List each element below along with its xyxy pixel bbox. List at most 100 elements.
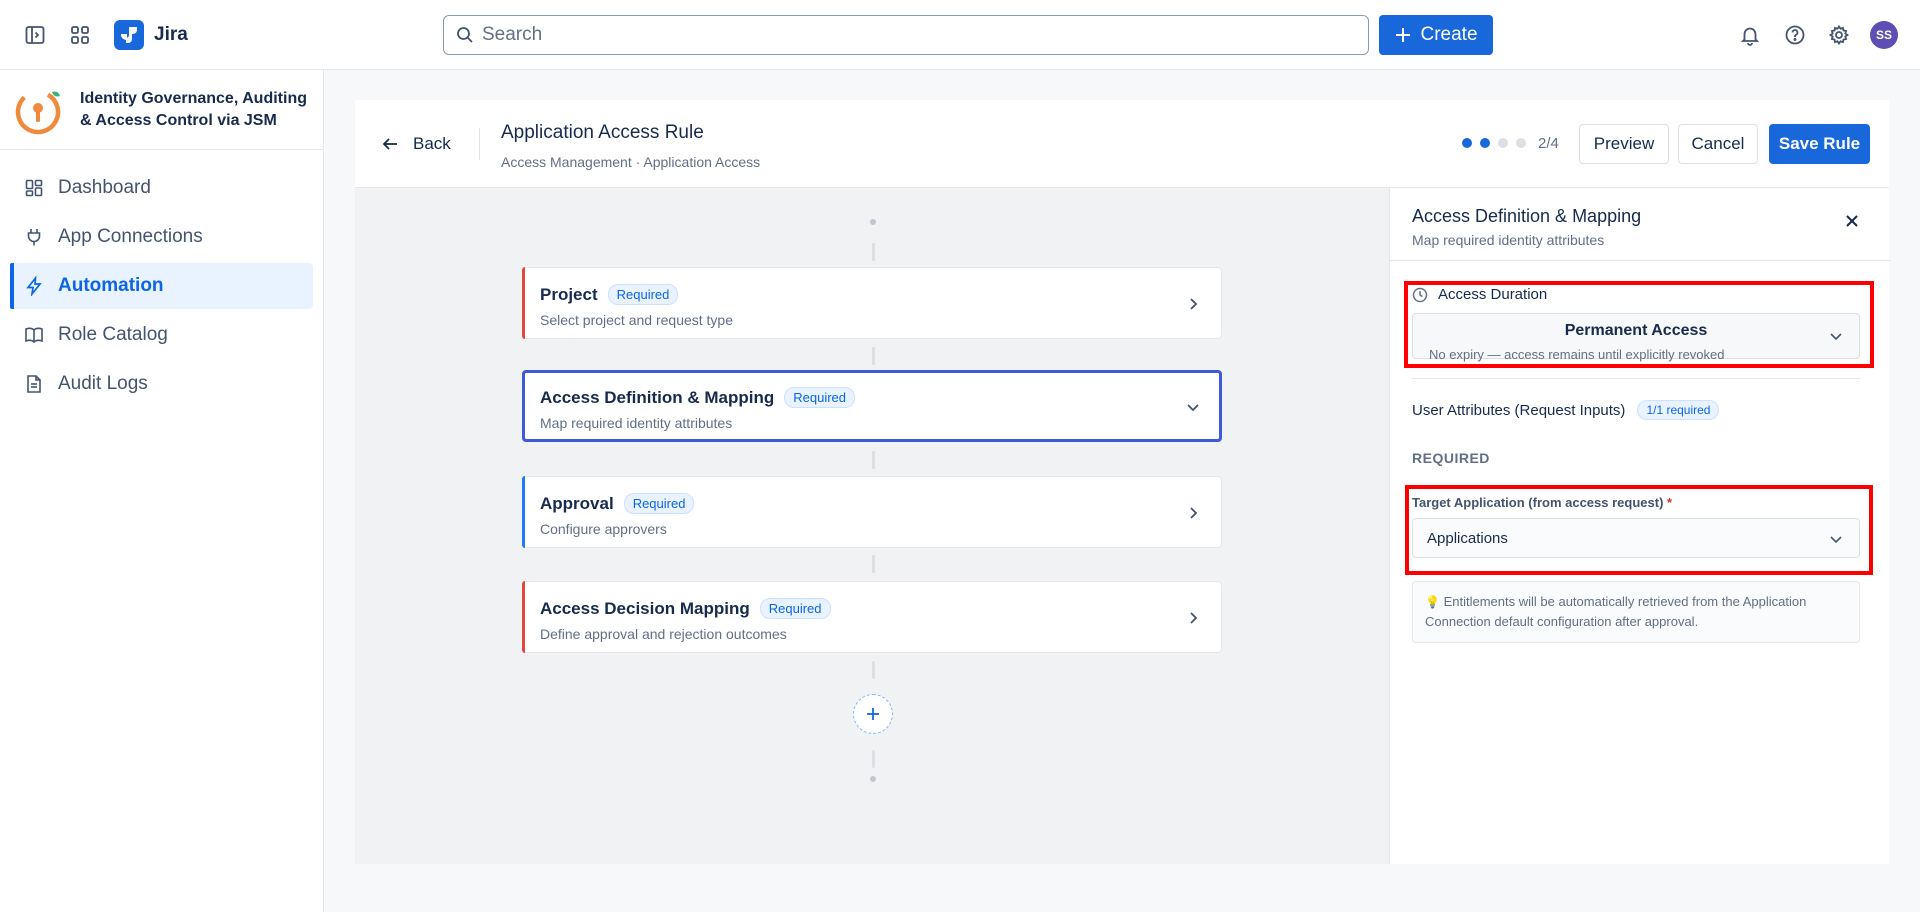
preview-button[interactable]: Preview (1579, 124, 1669, 164)
chevron-right-icon (1185, 505, 1201, 521)
panel-divider (1390, 260, 1890, 261)
notifications-bell-icon[interactable] (1734, 19, 1766, 51)
plus-icon (865, 706, 881, 722)
book-icon (24, 325, 44, 345)
sidebar-toggle-icon[interactable] (19, 19, 51, 51)
required-badge: Required (607, 284, 679, 305)
sidebar-item-audit-logs[interactable]: Audit Logs (10, 361, 313, 407)
section-divider (1412, 378, 1860, 379)
panel-title: Access Definition & Mapping (1412, 206, 1642, 226)
back-button[interactable]: Back (381, 126, 471, 162)
entitlements-info-note: 💡 Entitlements will be automatically ret… (1412, 581, 1860, 643)
sidebar-item-dashboard[interactable]: Dashboard (10, 165, 313, 211)
attributes-count-badge: 1/1 required (1637, 400, 1720, 420)
required-badge: Required (623, 493, 695, 514)
rule-header: Back Application Access Rule Access Mana… (355, 100, 1889, 188)
flow-connector (872, 555, 875, 573)
header-divider (479, 128, 480, 160)
jira-logo[interactable]: Jira (114, 20, 188, 50)
top-navigation-bar: Jira Create SS (0, 0, 1920, 70)
card-title: Project Required (540, 284, 679, 305)
breadcrumb: Access Management · Application Access (501, 154, 761, 170)
save-rule-button[interactable]: Save Rule (1769, 124, 1870, 164)
chevron-down-icon (1185, 399, 1201, 415)
card-title-text: Project (540, 284, 598, 304)
card-title-text: Access Definition & Mapping (540, 387, 775, 407)
flow-connector (872, 347, 875, 365)
card-accent (522, 267, 525, 339)
help-icon[interactable] (1779, 19, 1811, 51)
flow-start-dot (870, 219, 876, 225)
highlight-access-duration (1404, 281, 1874, 368)
dashboard-icon (24, 178, 44, 198)
lightbulb-icon: 💡 (1425, 595, 1440, 609)
document-icon (24, 374, 44, 394)
sidebar-item-app-connections[interactable]: App Connections (10, 214, 313, 260)
user-attributes-label: User Attributes (Request Inputs) (1412, 401, 1626, 419)
flow-step-card-approval[interactable]: Approval Required Configure approvers (522, 476, 1222, 548)
sidebar-item-label: Dashboard (58, 177, 151, 198)
sidebar-item-automation[interactable]: Automation (10, 263, 313, 309)
flow-connector (872, 243, 875, 261)
user-avatar[interactable]: SS (1870, 21, 1898, 49)
info-text: Entitlements will be automatically retri… (1425, 594, 1807, 629)
card-description: Map required identity attributes (540, 415, 733, 431)
chevron-right-icon (1185, 610, 1201, 626)
create-button-label: Create (1420, 24, 1478, 45)
flow-step-card-access-decision[interactable]: Access Decision Mapping Required Define … (522, 581, 1222, 653)
lightning-icon (24, 276, 44, 296)
step-config-panel: Access Definition & Mapping Map required… (1389, 188, 1890, 864)
back-button-label: Back (413, 134, 451, 153)
user-attributes-heading: User Attributes (Request Inputs) 1/1 req… (1412, 400, 1720, 420)
card-description: Define approval and rejection outcomes (540, 626, 787, 642)
sidebar-item-label: Audit Logs (58, 373, 148, 394)
flow-end-dot (870, 776, 876, 782)
sidebar-item-label: App Connections (58, 226, 203, 247)
panel-subtitle: Map required identity attributes (1412, 232, 1605, 248)
card-description: Select project and request type (540, 312, 734, 328)
plug-icon (24, 227, 44, 247)
app-header: Identity Governance, Auditing & Access C… (0, 70, 323, 150)
flow-step-card-project[interactable]: Project Required Select project and requ… (522, 267, 1222, 339)
card-title: Access Decision Mapping Required (540, 598, 831, 619)
app-switcher-icon[interactable] (64, 19, 96, 51)
close-icon[interactable] (1843, 212, 1861, 230)
sidebar-nav: Dashboard App Connections Automation Rol… (0, 150, 323, 407)
flow-step-card-access-definition[interactable]: Access Definition & Mapping Required Map… (522, 370, 1222, 442)
settings-gear-icon[interactable] (1823, 19, 1855, 51)
cancel-button[interactable]: Cancel (1678, 124, 1758, 164)
page-title: Application Access Rule (501, 122, 704, 143)
required-badge: Required (759, 598, 831, 619)
app-logo-icon (14, 84, 66, 136)
search-input[interactable] (482, 24, 1342, 46)
jira-logo-icon (114, 20, 144, 50)
required-section-heading: REQUIRED (1412, 450, 1490, 466)
step-dot (1516, 138, 1526, 148)
sidebar-item-role-catalog[interactable]: Role Catalog (10, 312, 313, 358)
card-title-text: Access Decision Mapping (540, 598, 750, 618)
global-search[interactable] (443, 15, 1369, 55)
step-dot (1480, 138, 1490, 148)
sidebar-item-label: Automation (58, 275, 164, 296)
app-title: Identity Governance, Auditing & Access C… (80, 89, 307, 129)
search-icon (456, 26, 474, 44)
create-button[interactable]: Create (1379, 15, 1493, 55)
flow-connector (872, 451, 875, 469)
product-name: Jira (154, 24, 188, 45)
required-badge: Required (784, 387, 856, 408)
arrow-left-icon (381, 135, 399, 153)
card-title-text: Approval (540, 493, 614, 513)
plus-icon (1394, 26, 1412, 44)
card-description: Configure approvers (540, 521, 667, 537)
flow-connector (872, 750, 875, 768)
sidebar: Identity Governance, Auditing & Access C… (0, 70, 324, 912)
card-title: Approval Required (540, 493, 695, 514)
chevron-right-icon (1185, 296, 1201, 312)
step-indicator: 2/4 (1538, 135, 1559, 152)
add-step-button[interactable] (853, 694, 893, 734)
flow-connector (872, 661, 875, 679)
step-dot (1462, 138, 1472, 148)
card-accent (522, 581, 525, 653)
step-progress-dots (1462, 138, 1526, 148)
step-dot (1498, 138, 1508, 148)
